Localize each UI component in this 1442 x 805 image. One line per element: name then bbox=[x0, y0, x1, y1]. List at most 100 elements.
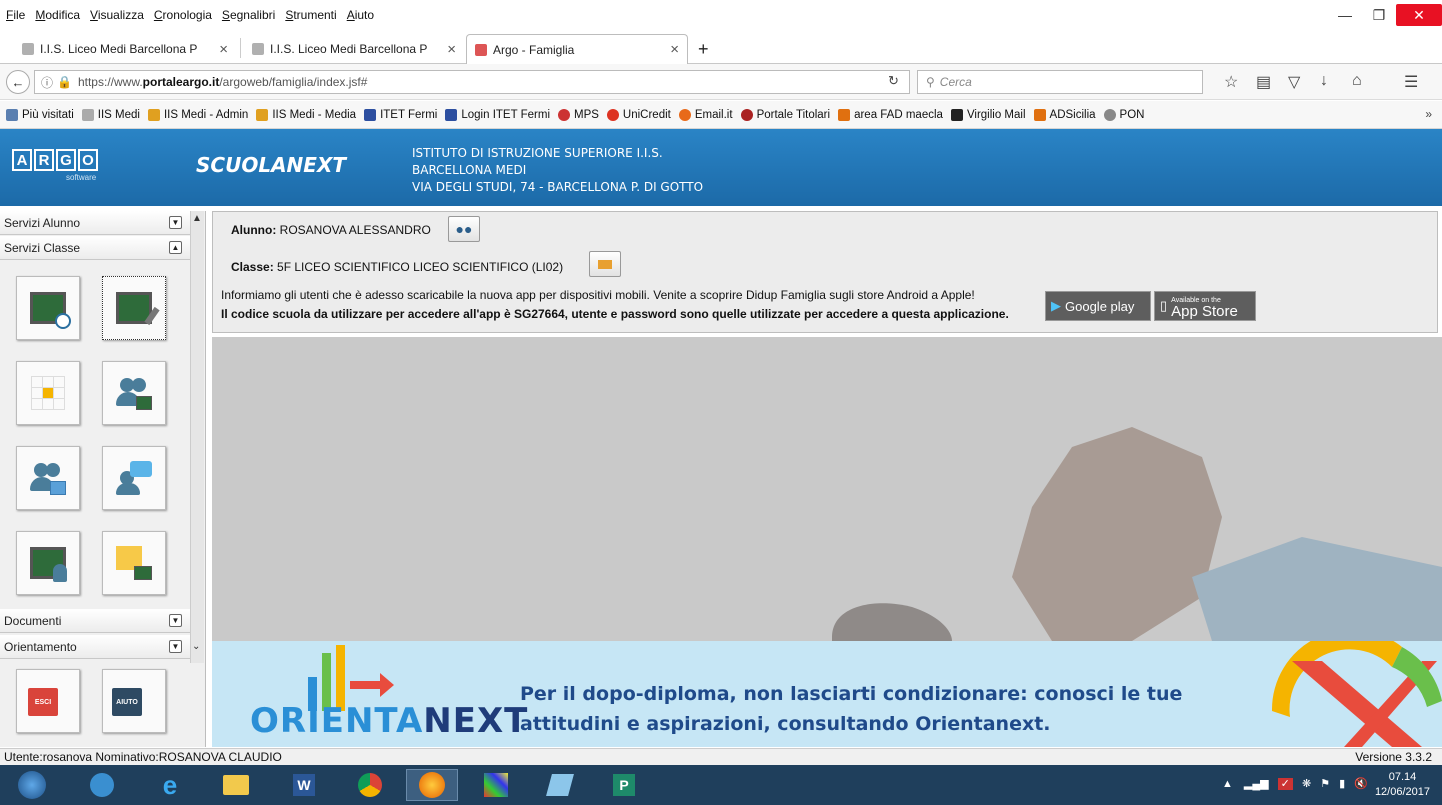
clock[interactable]: 07.14 12/06/2017 bbox=[1375, 770, 1430, 800]
app-store-badge[interactable]: ▯ Available on the App Store bbox=[1154, 291, 1256, 321]
tray-arrow-icon[interactable]: ▲ bbox=[1222, 778, 1233, 790]
bookmarks-overflow-icon[interactable]: » bbox=[1425, 107, 1432, 121]
class-line: Classe: 5F LICEO SCIENTIFICO LICEO SCIEN… bbox=[231, 260, 563, 274]
bookmark-item[interactable]: ADSicilia bbox=[1033, 108, 1096, 121]
taskbar-app[interactable] bbox=[76, 769, 128, 801]
tile-docenti-classe[interactable] bbox=[102, 361, 166, 425]
tile-orario[interactable] bbox=[16, 361, 80, 425]
url-bar[interactable]: ⓘ 🔒 https://www. portaleargo.it/argoweb/f… bbox=[34, 70, 910, 94]
section-label: Servizi Classe bbox=[4, 240, 81, 255]
new-tab-button[interactable]: + bbox=[690, 34, 717, 64]
section-servizi-alunno[interactable]: Servizi Alunno ▼ bbox=[0, 211, 190, 235]
bookmark-item[interactable]: MPS bbox=[558, 108, 599, 121]
reading-list-icon[interactable]: ▤ bbox=[1256, 72, 1271, 92]
section-servizi-classe[interactable]: Servizi Classe ▲ bbox=[0, 236, 190, 260]
section-orientamento[interactable]: Orientamento ▼ bbox=[0, 635, 190, 659]
close-tab-icon[interactable]: × bbox=[670, 41, 679, 58]
collapse-icon[interactable]: ▲ bbox=[169, 241, 182, 254]
tab-bar: I.I.S. Liceo Medi Barcellona P × I.I.S. … bbox=[0, 30, 1442, 64]
sidebar-scrollbar[interactable] bbox=[190, 211, 204, 663]
close-tab-icon[interactable]: × bbox=[447, 41, 456, 58]
bookmark-label: MPS bbox=[574, 108, 599, 121]
menu-visualizza[interactable]: Visualizza bbox=[90, 8, 144, 22]
expand-icon[interactable]: ▼ bbox=[169, 614, 182, 627]
bookmark-item[interactable]: Login ITET Fermi bbox=[445, 108, 550, 121]
clock-date: 12/06/2017 bbox=[1374, 786, 1430, 798]
menu-file[interactable]: File bbox=[6, 8, 25, 22]
scroll-up-icon[interactable]: ▲ bbox=[192, 213, 202, 224]
bookmark-item[interactable]: IIS Medi bbox=[81, 108, 140, 121]
tile-registro-attivita[interactable] bbox=[102, 276, 166, 340]
section-label: Documenti bbox=[4, 613, 62, 628]
app-header: A R G O software SCUOLANEXT ISTITUTO DI … bbox=[0, 129, 1442, 206]
school-name: ISTITUTO DI ISTRUZIONE SUPERIORE I.I.S. bbox=[412, 146, 663, 160]
bookmark-item[interactable]: ITET Fermi bbox=[364, 108, 437, 121]
section-documenti[interactable]: Documenti ▼ bbox=[0, 609, 190, 633]
orientanext-x-mark bbox=[1271, 641, 1442, 747]
calendar-grid-icon bbox=[31, 376, 65, 410]
main-content-area bbox=[212, 337, 1442, 641]
tile-messaggi[interactable] bbox=[102, 446, 166, 510]
bookmark-item[interactable]: Email.it bbox=[678, 108, 733, 121]
taskbar-app[interactable]: W bbox=[278, 769, 330, 801]
url-path: /argoweb/famiglia/index.jsf# bbox=[219, 75, 368, 89]
home-icon[interactable]: ⌂ bbox=[1352, 72, 1362, 90]
bookmark-item[interactable]: PON bbox=[1103, 108, 1144, 121]
taskbar-app[interactable] bbox=[470, 769, 522, 801]
bookmark-item[interactable]: Più visitati bbox=[6, 108, 74, 121]
select-student-button[interactable]: ●● bbox=[448, 216, 480, 242]
taskbar-app[interactable] bbox=[344, 769, 396, 801]
bookmark-item[interactable]: Portale Titolari bbox=[740, 108, 830, 121]
taskbar-app[interactable] bbox=[534, 769, 586, 801]
bookmark-star-icon[interactable]: ☆ bbox=[1224, 72, 1238, 92]
tab-3[interactable]: Argo - Famiglia × bbox=[466, 34, 688, 64]
bookmark-item[interactable]: UniCredit bbox=[606, 108, 671, 121]
class-name: 5F LICEO SCIENTIFICO LICEO SCIENTIFICO (… bbox=[277, 260, 564, 274]
taskbar-app[interactable] bbox=[210, 769, 262, 801]
info-icon[interactable]: ⓘ bbox=[41, 74, 53, 91]
bookmark-item[interactable]: IIS Medi - Media bbox=[256, 108, 357, 121]
close-tab-icon[interactable]: × bbox=[219, 41, 228, 58]
expand-icon[interactable]: ▼ bbox=[169, 216, 182, 229]
bookmark-icon bbox=[950, 108, 963, 121]
tile-bacheca[interactable] bbox=[102, 531, 166, 595]
bookmark-item[interactable]: IIS Medi - Admin bbox=[147, 108, 248, 121]
menu-modifica[interactable]: Modifica bbox=[35, 8, 80, 22]
logo-letter: O bbox=[78, 149, 98, 171]
back-arrow-icon[interactable]: ← bbox=[6, 70, 30, 94]
menu-segnalibri[interactable]: Segnalibri bbox=[222, 8, 275, 22]
bookmark-item[interactable]: Virgilio Mail bbox=[950, 108, 1026, 121]
download-icon[interactable]: ↓ bbox=[1320, 72, 1328, 90]
restore-icon[interactable]: ❐ bbox=[1362, 0, 1396, 30]
start-button[interactable] bbox=[6, 769, 58, 801]
window-close-icon[interactable]: ✕ bbox=[1396, 4, 1442, 26]
menu-cronologia[interactable]: Cronologia bbox=[154, 8, 212, 22]
section-label: Orientamento bbox=[4, 639, 77, 654]
taskbar-app[interactable]: P bbox=[598, 769, 650, 801]
tile-ricevimento[interactable] bbox=[16, 446, 80, 510]
minimize-icon[interactable]: — bbox=[1328, 0, 1362, 30]
bookmark-label: ADSicilia bbox=[1049, 108, 1096, 121]
orientanext-banner[interactable]: ORIENTANEXT Per il dopo-diploma, non las… bbox=[212, 641, 1442, 747]
taskbar-app-active[interactable] bbox=[406, 769, 458, 801]
pocket-icon[interactable]: ▽ bbox=[1288, 72, 1300, 92]
scroll-down-icon[interactable]: ⌄ bbox=[192, 641, 200, 652]
tab-2[interactable]: I.I.S. Liceo Medi Barcellona P × bbox=[244, 34, 464, 64]
bookmark-label: Virgilio Mail bbox=[966, 108, 1026, 121]
menu-aiuto[interactable]: Aiuto bbox=[347, 8, 374, 22]
tab-1[interactable]: I.I.S. Liceo Medi Barcellona P × bbox=[14, 34, 236, 64]
hamburger-menu-icon[interactable]: ☰ bbox=[1404, 72, 1418, 92]
bookmark-item[interactable]: area FAD maecla bbox=[838, 108, 943, 121]
menu-strumenti[interactable]: Strumenti bbox=[285, 8, 336, 22]
bookmark-label: Login ITET Fermi bbox=[461, 108, 550, 121]
tile-registro-classe[interactable] bbox=[16, 276, 80, 340]
google-play-badge[interactable]: ▶ Google play bbox=[1045, 291, 1151, 321]
reload-icon[interactable]: ↻ bbox=[888, 73, 899, 89]
taskbar-app[interactable]: e bbox=[144, 769, 196, 801]
expand-icon[interactable]: ▼ bbox=[169, 640, 182, 653]
bookmark-label: IIS Medi - Media bbox=[272, 108, 357, 121]
select-class-button[interactable] bbox=[589, 251, 621, 277]
tile-voti[interactable] bbox=[16, 531, 80, 595]
system-tray[interactable]: ▲ ▂▄▆ ✓ ❋ ⚑ ▮ 🔇 bbox=[1222, 777, 1368, 790]
search-input[interactable]: ⚲ Cerca bbox=[917, 70, 1203, 94]
